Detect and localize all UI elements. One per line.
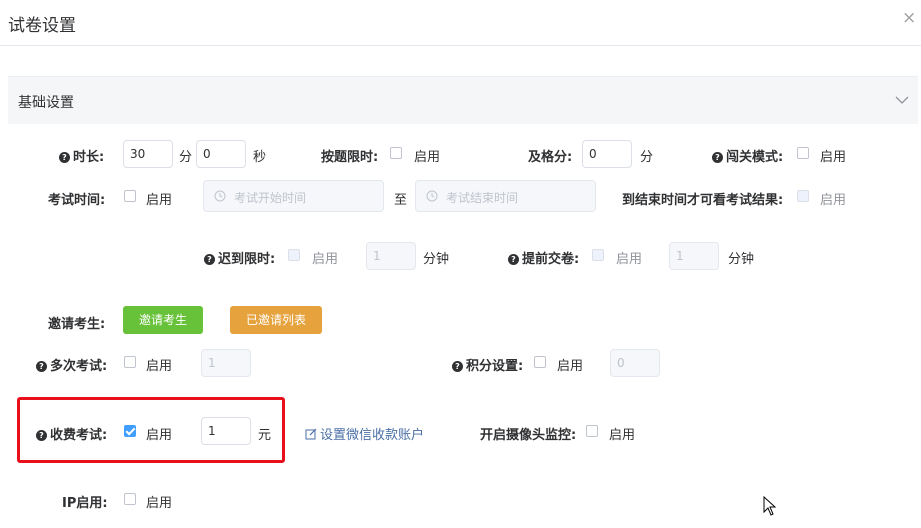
end-time-placeholder: 考试结束时间: [446, 191, 519, 205]
multi-exam-label: ? 多次考试:: [36, 355, 107, 374]
enable-text: 启用: [609, 428, 636, 443]
early-submit-label: ? 提前交卷:: [508, 248, 579, 267]
level-mode-checkbox[interactable]: [797, 147, 809, 159]
help-icon: ?: [204, 254, 215, 265]
end-time-picker[interactable]: 考试结束时间: [415, 180, 596, 212]
wechat-payment-link[interactable]: 设置微信收款账户: [305, 424, 424, 443]
early-unit: 分钟: [728, 252, 755, 267]
help-icon: ?: [508, 254, 519, 265]
enable-text: 启用: [146, 193, 173, 208]
help-icon: ?: [36, 361, 47, 372]
mouse-cursor-icon: [763, 496, 777, 516]
enable-text: 启用: [557, 359, 584, 374]
edit-icon: [305, 428, 317, 440]
dialog-title: 试卷设置: [8, 16, 76, 36]
early-submit-input[interactable]: [669, 242, 719, 270]
pass-unit: 分: [640, 150, 654, 165]
points-settings-label: ? 积分设置:: [452, 355, 523, 374]
clock-icon: [214, 190, 226, 202]
close-icon[interactable]: ×: [902, 8, 916, 28]
pass-score-label: 及格分:: [528, 150, 573, 165]
duration-seconds-input[interactable]: [196, 140, 246, 168]
duration-minutes-input[interactable]: [123, 140, 173, 168]
clock-icon: [426, 190, 438, 202]
help-icon: ?: [59, 152, 70, 163]
exam-time-checkbox[interactable]: [124, 190, 136, 202]
header-divider: [0, 45, 921, 46]
help-icon: ?: [712, 152, 723, 163]
invited-list-button[interactable]: 已邀请列表: [230, 306, 322, 334]
view-result-label: 到结束时间才可看考试结果:: [622, 193, 784, 208]
enable-text: 启用: [146, 496, 173, 511]
start-time-picker[interactable]: 考试开始时间: [203, 180, 384, 212]
level-mode-label: ? 闯关模式:: [712, 146, 783, 165]
enable-text: 启用: [414, 150, 441, 165]
minute-unit: 分: [179, 150, 193, 165]
multi-exam-input[interactable]: [201, 349, 251, 377]
duration-label: ? 时长:: [59, 146, 104, 165]
invite-label: 邀请考生:: [48, 317, 106, 332]
multi-exam-checkbox[interactable]: [124, 356, 136, 368]
view-result-checkbox[interactable]: [797, 190, 809, 202]
invite-examinee-button[interactable]: 邀请考生: [123, 306, 203, 334]
camera-monitor-checkbox[interactable]: [586, 425, 598, 437]
per-question-limit-checkbox[interactable]: [390, 147, 402, 159]
start-time-placeholder: 考试开始时间: [234, 191, 307, 205]
ip-enable-checkbox[interactable]: [124, 493, 136, 505]
enable-text: 启用: [146, 359, 173, 374]
second-unit: 秒: [253, 150, 267, 165]
points-settings-checkbox[interactable]: [534, 356, 546, 368]
enable-text: 启用: [820, 193, 847, 208]
per-question-limit-label: 按题限时:: [321, 150, 379, 165]
early-submit-checkbox[interactable]: [592, 249, 604, 261]
help-icon: ?: [452, 361, 463, 372]
enable-text: 启用: [616, 252, 643, 267]
points-settings-input[interactable]: [610, 349, 660, 377]
highlight-box: [17, 397, 285, 463]
enable-text: 启用: [312, 252, 339, 267]
exam-time-label: 考试时间:: [48, 193, 106, 208]
section-title: 基础设置: [18, 95, 74, 111]
late-limit-label: ? 迟到限时:: [204, 248, 275, 267]
pass-score-input[interactable]: [582, 140, 632, 168]
section-basic-settings[interactable]: 基础设置: [8, 76, 918, 124]
camera-monitor-label: 开启摄像头监控:: [480, 428, 577, 443]
enable-text: 启用: [820, 150, 847, 165]
chevron-down-icon[interactable]: [893, 91, 911, 109]
ip-enable-label: IP启用:: [62, 496, 108, 511]
late-unit: 分钟: [423, 252, 450, 267]
range-separator: 至: [394, 193, 408, 208]
late-limit-input[interactable]: [366, 242, 416, 270]
late-limit-checkbox[interactable]: [288, 249, 300, 261]
